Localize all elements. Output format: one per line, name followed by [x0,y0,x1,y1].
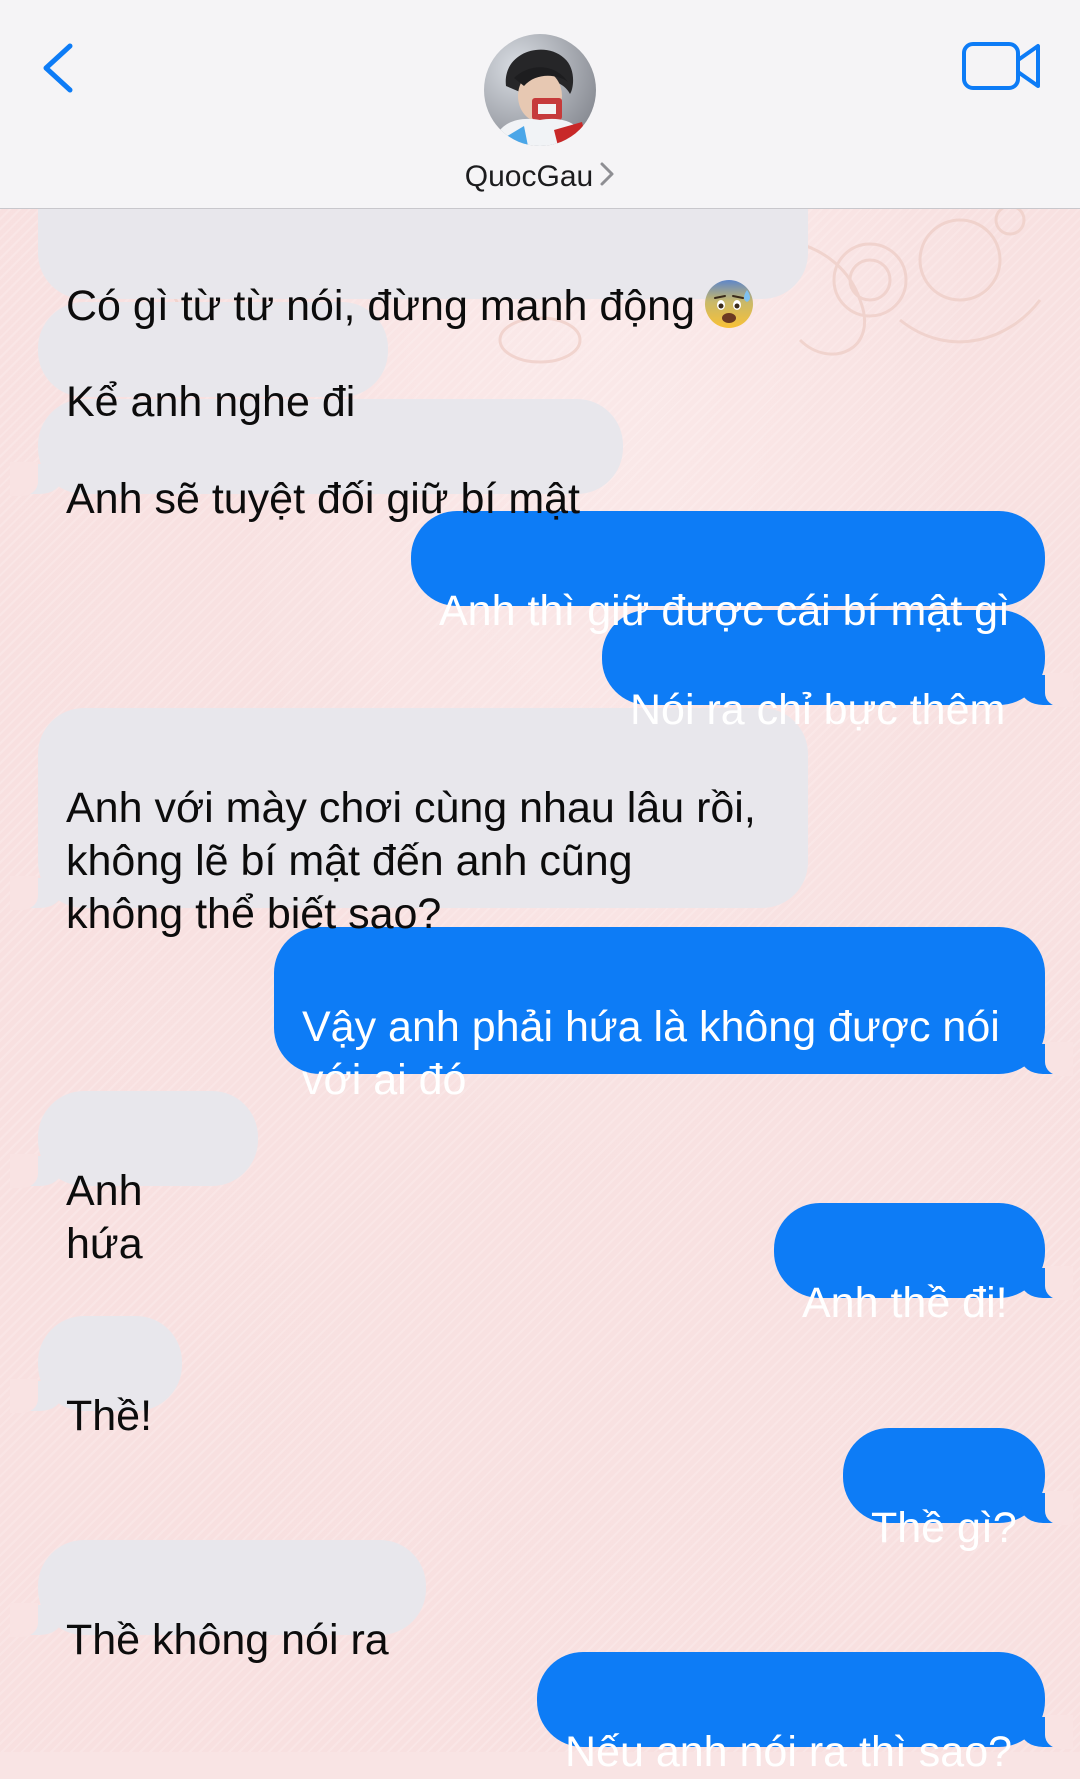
message-text: Có gì từ từ nói, đừng manh động [66,282,696,330]
message-text: Anh thề đi! [802,1279,1008,1327]
chevron-right-icon [599,161,615,195]
contact-name-button[interactable]: QuocGau [0,160,1080,195]
anxious-face-with-sweat-emoji [705,280,754,328]
message-text: Anh thì giữ được cái bí mật gì [439,587,1010,635]
message-bubble-outgoing[interactable]: Anh thì giữ được cái bí mật gì [411,511,1045,635]
message-text: Nói ra chỉ bực thêm [630,686,1006,734]
message-text: Vậy anh phải hứa là không được nói với a… [302,1003,1000,1104]
message-thread: Có gì từ từ nói, đừng manh động Kể anh n… [0,0,1080,1776]
contact-avatar[interactable] [484,34,596,146]
video-call-button[interactable] [960,36,1044,96]
message-text: Thề gì? [871,1504,1017,1552]
back-button[interactable] [30,30,100,110]
message-bubble-incoming[interactable]: Anh với mày chơi cùng nhau lâu rồi, khôn… [10,708,808,938]
message-bubble-outgoing[interactable]: Vậy anh phải hứa là không được nói với a… [274,927,1073,1104]
contact-name: QuocGau [464,160,594,193]
message-bubble-incoming[interactable]: Anh hứa [10,1091,258,1268]
message-text: Anh sẽ tuyệt đối giữ bí mật [66,475,581,523]
message-text: Kể anh nghe đi [66,378,356,426]
chevron-left-icon [43,43,73,93]
message-text: Thề! [66,1392,153,1440]
video-camera-icon [962,42,1040,90]
message-bubble-incoming[interactable]: Có gì từ từ nói, đừng manh động [38,204,808,330]
message-text: Anh với mày chơi cùng nhau lâu rồi, khôn… [66,784,756,938]
conversation-header: QuocGau [0,0,1080,209]
message-bubble-outgoing[interactable]: Nếu anh nói ra thì sao? [537,1652,1073,1776]
message-text: Anh hứa [66,1167,143,1268]
message-bubble-outgoing[interactable]: Anh thề đi! [774,1203,1073,1327]
message-bubble-outgoing[interactable]: Thề gì? [843,1428,1073,1552]
message-text: Thề không nói ra [66,1616,389,1664]
message-bubble-incoming[interactable]: Thề! [10,1316,182,1440]
message-text: Nếu anh nói ra thì sao? [565,1728,1013,1776]
message-bubble-incoming[interactable]: Thề không nói ra [10,1540,426,1664]
